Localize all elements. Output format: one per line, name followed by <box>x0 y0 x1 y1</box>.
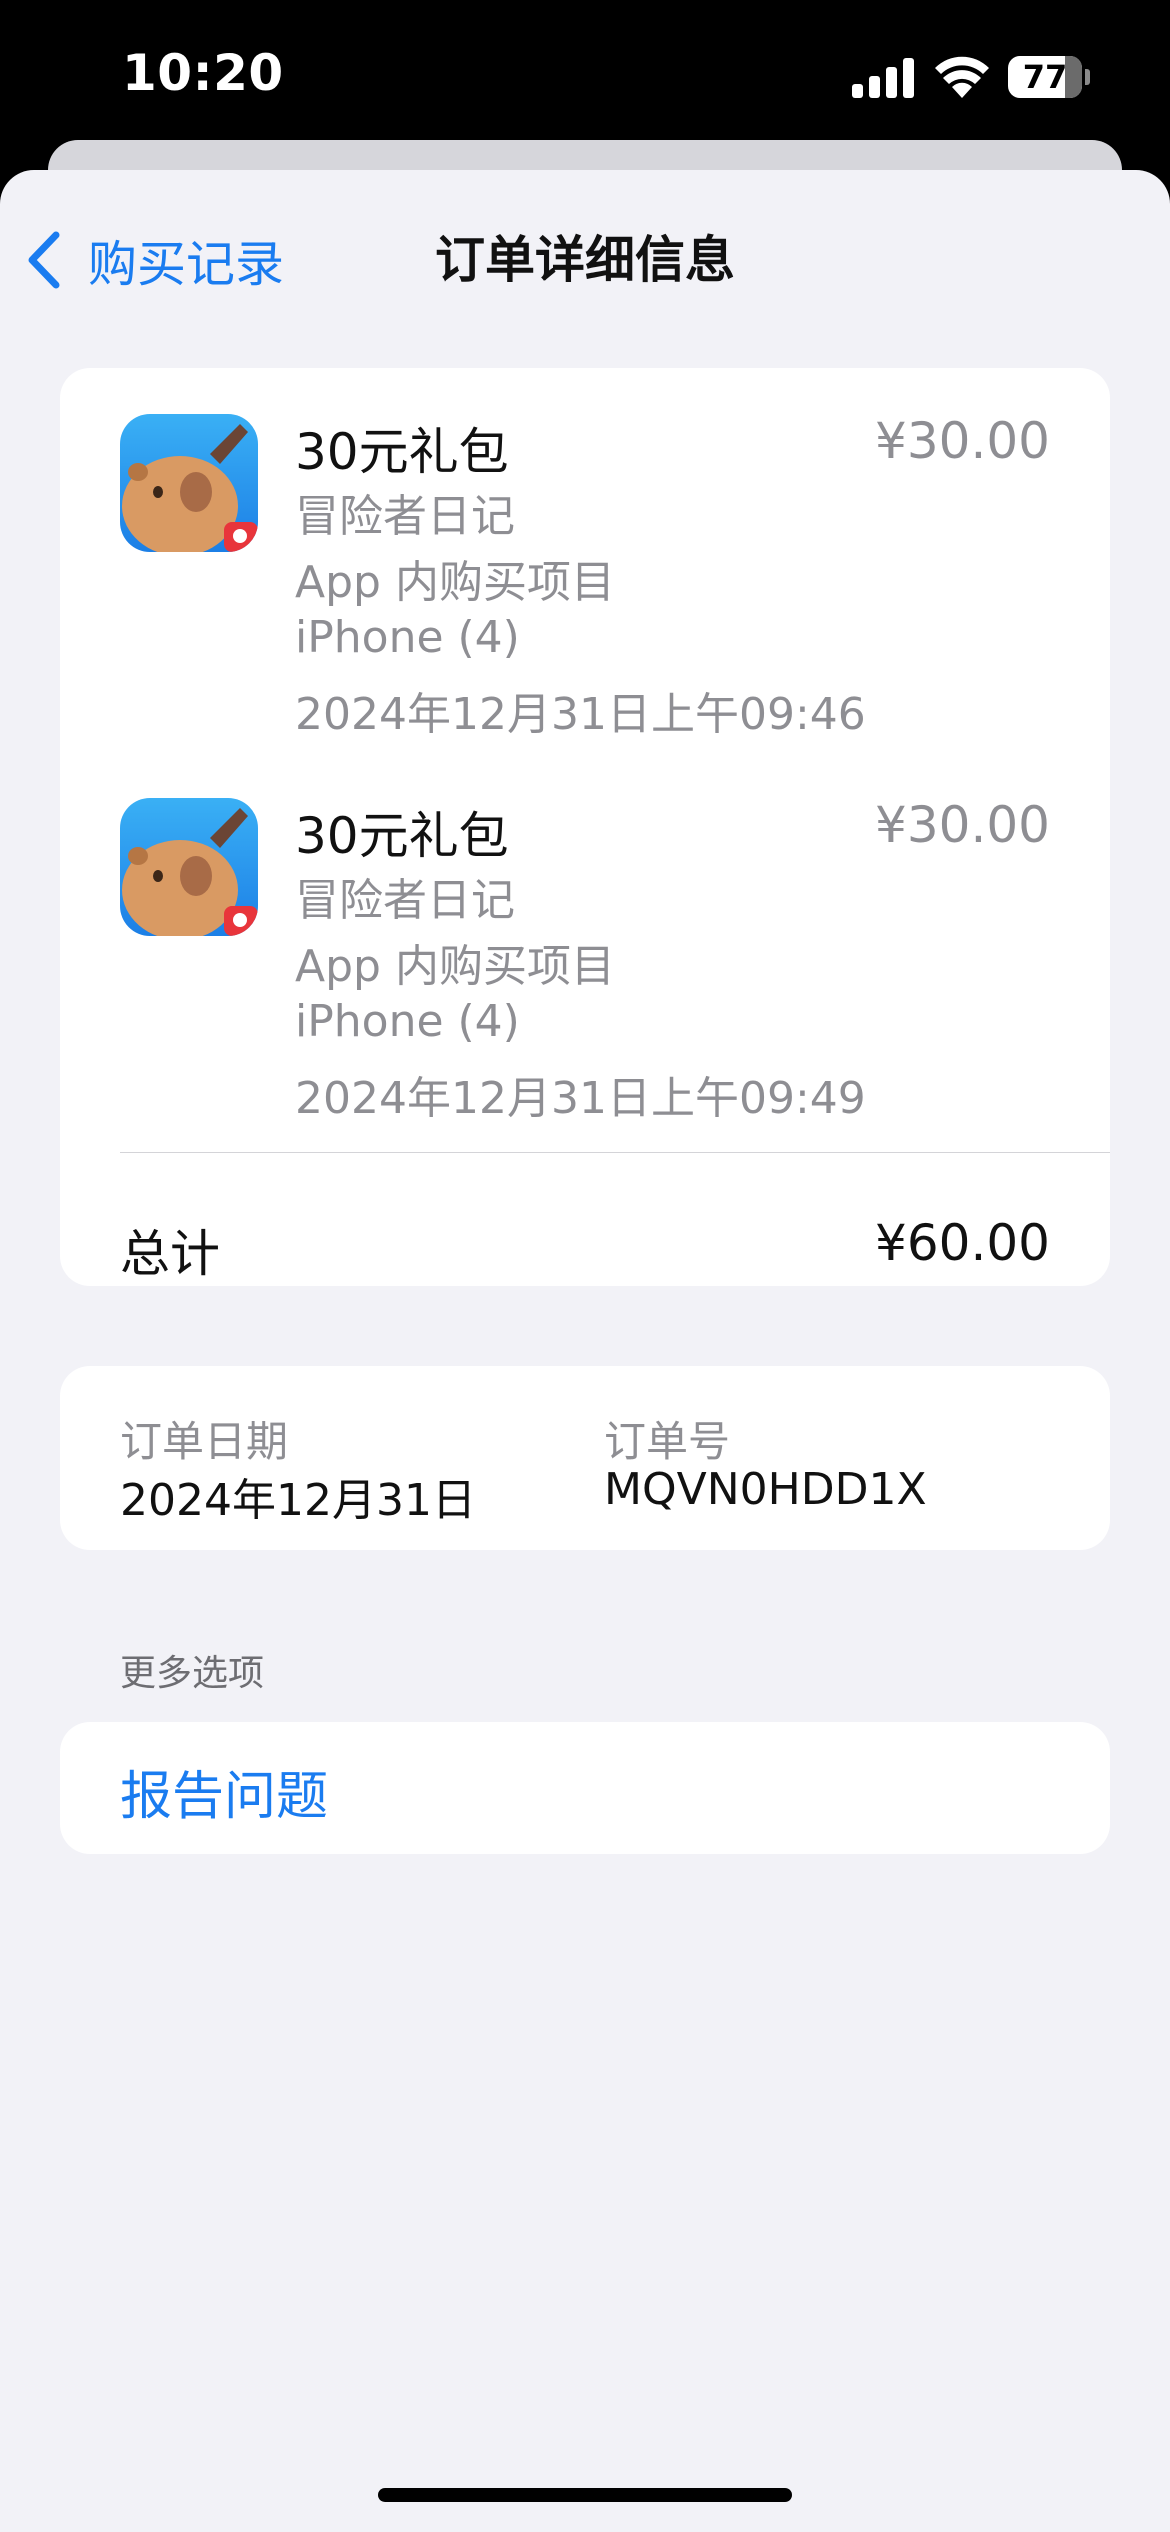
item-device: iPhone (4) <box>295 612 520 663</box>
order-id-label: 订单号 <box>604 1417 731 1466</box>
purchase-item[interactable]: 30元礼包 ¥30.00 冒险者日记 App 内购买项目 iPhone (4) … <box>60 752 1110 1124</box>
total-label: 总计 <box>120 1225 220 1283</box>
status-bar: 10:20 77 <box>0 0 1170 150</box>
page-title: 订单详细信息 <box>435 231 735 289</box>
order-date-value: 2024年12月31日 <box>120 1475 476 1526</box>
report-problem-button[interactable]: 报告问题 <box>120 1754 328 1829</box>
item-app-name: 冒险者日记 <box>295 491 515 542</box>
order-details-sheet: 购买记录 订单详细信息 30元礼包 ¥30.00 冒险者日记 App 内购买项目… <box>0 170 1170 2532</box>
total-value: ¥60.00 <box>875 1214 1050 1272</box>
item-price: ¥30.00 <box>875 412 1050 470</box>
purchase-items-card: 30元礼包 ¥30.00 冒险者日记 App 内购买项目 iPhone (4) … <box>60 368 1110 1286</box>
item-app-name: 冒险者日记 <box>295 875 515 926</box>
wifi-icon <box>935 56 989 98</box>
order-info-card: 订单日期 2024年12月31日 订单号 MQVN0HDD1X <box>60 1366 1110 1550</box>
order-date-label: 订单日期 <box>120 1417 289 1466</box>
item-price: ¥30.00 <box>875 796 1050 854</box>
item-datetime: 2024年12月31日上午09:46 <box>295 689 866 740</box>
item-name: 30元礼包 <box>295 807 509 865</box>
status-time: 10:20 <box>122 44 284 102</box>
order-id-value: MQVN0HDD1X <box>604 1464 927 1515</box>
cellular-signal-icon <box>852 58 914 98</box>
item-datetime: 2024年12月31日上午09:49 <box>295 1073 866 1124</box>
capybara-game-icon <box>120 798 258 936</box>
item-device: iPhone (4) <box>295 996 520 1047</box>
item-type: App 内购买项目 <box>295 941 615 992</box>
more-options-header: 更多选项 <box>120 1653 265 1694</box>
battery-percent: 77 <box>1022 58 1068 96</box>
item-name: 30元礼包 <box>295 423 509 481</box>
item-type: App 内购买项目 <box>295 557 615 608</box>
capybara-game-icon <box>120 414 258 552</box>
divider <box>120 1152 1110 1153</box>
report-problem-card[interactable]: 报告问题 <box>60 1722 1110 1854</box>
home-indicator[interactable] <box>378 2488 792 2502</box>
battery-icon: 77 <box>1008 56 1090 98</box>
purchase-item[interactable]: 30元礼包 ¥30.00 冒险者日记 App 内购买项目 iPhone (4) … <box>60 368 1110 740</box>
